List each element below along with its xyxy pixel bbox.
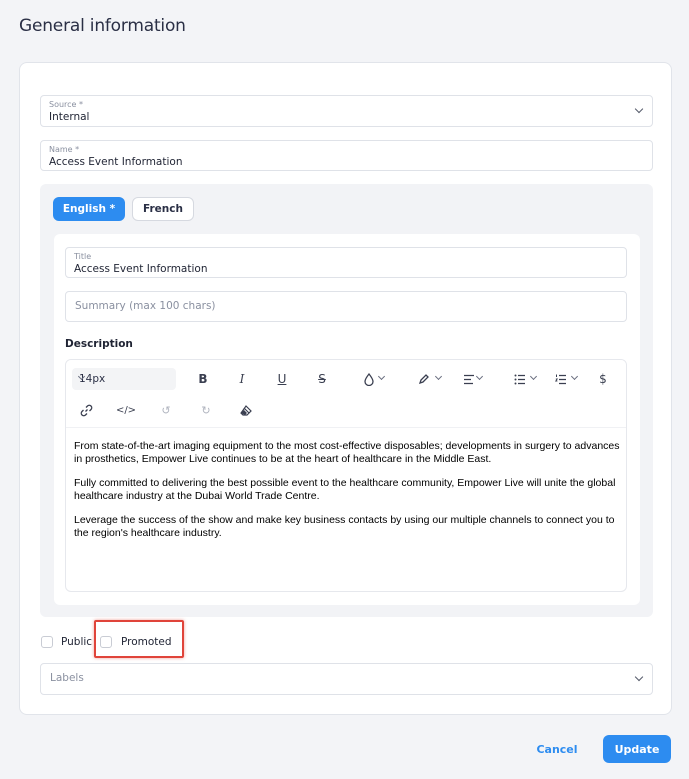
name-field[interactable]: Name * Access Event Information <box>40 140 653 171</box>
align-icon[interactable] <box>456 369 484 389</box>
italic-icon[interactable]: I <box>232 369 252 389</box>
page-title: General information <box>19 16 186 36</box>
public-label: Public <box>61 636 93 648</box>
title-field[interactable]: Title Access Event Information <box>65 247 627 278</box>
cancel-button[interactable]: Cancel <box>526 738 588 760</box>
source-label: Source * <box>49 100 84 109</box>
summary-field[interactable]: Summary (max 100 chars) <box>65 291 627 322</box>
name-value: Access Event Information <box>49 156 183 168</box>
language-content: Title Access Event Information Summary (… <box>54 234 640 605</box>
underline-icon[interactable]: U <box>272 369 292 389</box>
text-color-icon[interactable] <box>354 369 386 389</box>
public-checkbox[interactable] <box>41 636 53 648</box>
dollar-icon[interactable]: $ <box>593 369 613 389</box>
editor-content[interactable]: From state-of-the-art imaging equipment … <box>74 440 622 551</box>
chevron-down-icon <box>529 372 538 381</box>
tab-english[interactable]: English * <box>53 197 125 221</box>
title-value: Access Event Information <box>74 263 208 275</box>
chevron-down-icon <box>634 104 644 114</box>
description-paragraph: Fully committed to delivering the best p… <box>74 477 616 502</box>
general-info-card: Source * Internal Name * Access Event In… <box>19 62 672 715</box>
chevron-down-icon <box>475 372 484 381</box>
code-icon[interactable]: </> <box>116 400 136 420</box>
description-paragraph: From state-of-the-art imaging equipment … <box>74 440 620 465</box>
labels-select[interactable]: Labels <box>40 663 653 695</box>
description-paragraph: Leverage the success of the show and mak… <box>74 514 615 539</box>
undo-icon[interactable]: ↺ <box>156 400 176 420</box>
description-label: Description <box>65 338 133 350</box>
chevron-down-icon <box>377 372 386 381</box>
link-icon[interactable] <box>76 400 96 420</box>
eraser-icon[interactable] <box>236 400 256 420</box>
source-value: Internal <box>49 111 90 123</box>
chevron-down-icon <box>434 372 443 381</box>
source-select[interactable]: Source * Internal <box>40 95 653 127</box>
tab-french[interactable]: French <box>132 197 194 221</box>
numbered-list-icon[interactable] <box>545 369 579 389</box>
strikethrough-icon[interactable]: S <box>312 369 332 389</box>
name-label: Name * <box>49 145 80 154</box>
labels-placeholder: Labels <box>50 672 84 684</box>
redo-icon[interactable]: ↻ <box>196 400 216 420</box>
font-size-select[interactable]: 14px <box>72 368 176 390</box>
bold-icon[interactable]: B <box>193 369 213 389</box>
chevron-down-icon <box>634 672 644 682</box>
highlight-box <box>94 620 184 658</box>
editor-toolbar: 14px B I U S $ </> ↺ ↻ <box>66 360 626 428</box>
summary-placeholder: Summary (max 100 chars) <box>75 300 216 312</box>
highlight-color-icon[interactable] <box>407 369 443 389</box>
chevron-down-icon <box>570 372 579 381</box>
update-button[interactable]: Update <box>603 735 671 763</box>
rich-text-editor: 14px B I U S $ </> ↺ ↻ From state-of-the… <box>65 359 627 592</box>
language-panel: English * French Title Access Event Info… <box>40 184 653 617</box>
bullet-list-icon[interactable] <box>504 369 538 389</box>
title-label: Title <box>74 252 92 261</box>
